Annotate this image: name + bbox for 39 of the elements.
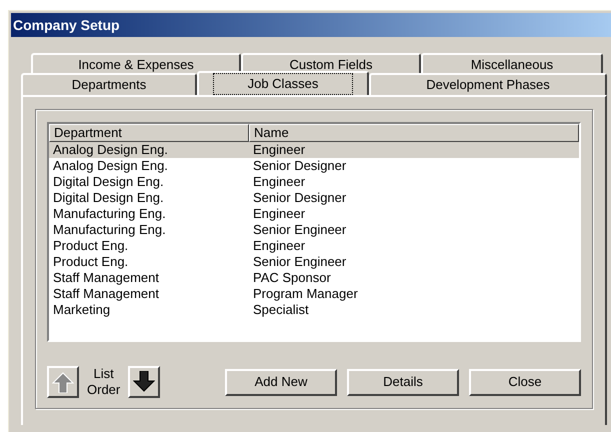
- table-cell-text: Senior Engineer: [252, 222, 348, 238]
- tab[interactable]: Departments: [21, 73, 197, 95]
- tab[interactable]: Job Classes: [197, 71, 369, 95]
- down-arrow-icon: [133, 371, 156, 393]
- up-arrow-icon: [52, 371, 74, 393]
- dialog-button[interactable]: Close: [469, 368, 581, 396]
- column-header[interactable]: Name: [249, 124, 579, 142]
- table-cell-text: Manufacturing Eng.: [52, 206, 167, 222]
- table-cell-text: Marketing: [52, 302, 112, 318]
- list-order-label: List: [94, 366, 114, 382]
- table-cell-text: Staff Management: [52, 270, 160, 286]
- table-cell-text: Staff Management: [52, 286, 160, 302]
- table-cell-text: Senior Engineer: [252, 254, 348, 270]
- tab[interactable]: Development Phases: [369, 73, 607, 95]
- table-cell-text: Product Eng.: [52, 254, 130, 270]
- table-cell-text: PAC Sponsor: [252, 270, 332, 286]
- table-cell-text: Senior Designer: [252, 158, 348, 174]
- table-cell-text: Product Eng.: [52, 238, 130, 254]
- list-order-label: Order: [87, 382, 120, 398]
- table-cell-text: Specialist: [252, 302, 310, 318]
- table-cell-text: Engineer: [252, 174, 306, 190]
- table-cell-text: Engineer: [252, 142, 306, 158]
- table-cell-text: Program Manager: [252, 286, 359, 302]
- table-cell-text: Manufacturing Eng.: [52, 222, 167, 238]
- tab[interactable]: Miscellaneous: [421, 53, 603, 75]
- table-cell-text: Digital Design Eng.: [52, 174, 165, 190]
- job-class-list[interactable]: [47, 122, 581, 342]
- table-cell-text: Engineer: [252, 206, 306, 222]
- table-cell-text: Analog Design Eng.: [52, 142, 169, 158]
- table-cell-text: Engineer: [252, 238, 306, 254]
- window-title: Company Setup: [11, 13, 611, 37]
- table-cell-text: Digital Design Eng.: [52, 190, 165, 206]
- table-cell-text: Analog Design Eng.: [52, 158, 169, 174]
- table-row[interactable]: Analog Design Eng. Engineer: [49, 142, 579, 158]
- move-down-button[interactable]: [128, 366, 160, 398]
- dialog-button[interactable]: Add New: [225, 368, 337, 396]
- table-cell-text: Senior Designer: [252, 190, 348, 206]
- column-header[interactable]: Department: [49, 124, 249, 142]
- dialog-button[interactable]: Details: [347, 368, 459, 396]
